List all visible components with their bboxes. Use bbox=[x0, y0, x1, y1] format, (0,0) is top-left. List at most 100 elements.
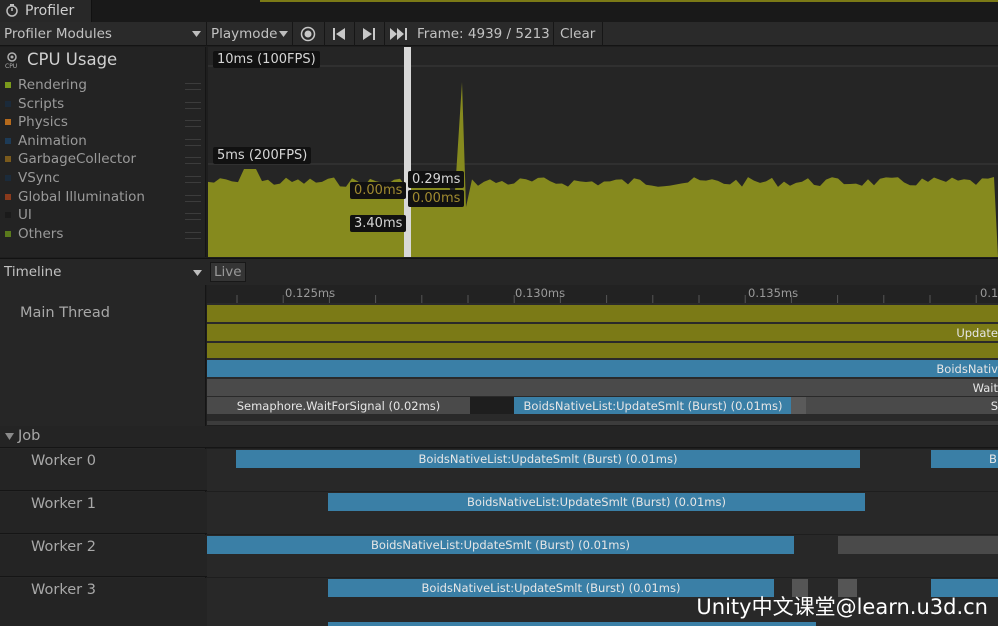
next-frame-button[interactable] bbox=[355, 22, 383, 46]
main-thread-bar-level0[interactable] bbox=[207, 305, 998, 322]
legend-color-swatch bbox=[5, 100, 11, 107]
legend-item[interactable]: Physics bbox=[0, 114, 206, 132]
legend-drag-handle-icon[interactable] bbox=[185, 157, 201, 165]
legend-item[interactable]: Global Illumination bbox=[0, 189, 206, 207]
legend-label: Rendering bbox=[18, 77, 87, 93]
worker-job-bar[interactable]: BoidsNativeList:UpdateSmlt (Burst) (0.01… bbox=[328, 493, 865, 511]
legend-drag-handle-icon[interactable] bbox=[185, 231, 201, 239]
worker-job-label: BoidsNativeList:UpdateSmlt (Burst) (0.01… bbox=[467, 495, 726, 509]
legend-label: VSync bbox=[18, 170, 60, 186]
playmode-dropdown[interactable]: Playmode bbox=[207, 22, 291, 46]
legend-item[interactable]: UI bbox=[0, 207, 206, 225]
legend-label: GarbageCollector bbox=[18, 151, 137, 168]
current-frame-button[interactable] bbox=[385, 22, 413, 46]
record-icon bbox=[300, 26, 316, 42]
ruler-tick-label: 0.130ms bbox=[515, 286, 566, 300]
frame-counter: Frame: 4939 / 5213 bbox=[417, 26, 550, 42]
worker-job-bar[interactable]: BoidsNativeList:UpdateSmlt (Burst) (0.01… bbox=[207, 536, 794, 554]
main-thread-boids-bar[interactable]: BoidsNativ bbox=[207, 360, 998, 377]
legend-drag-handle-icon[interactable] bbox=[185, 101, 201, 109]
profiler-tab[interactable]: Profiler bbox=[0, 0, 92, 22]
main-thread-trailing-bar[interactable]: S bbox=[806, 397, 998, 414]
legend-drag-handle-icon[interactable] bbox=[185, 176, 201, 183]
worker-label: Worker 2 bbox=[31, 539, 96, 555]
tab-bar-accent bbox=[260, 0, 998, 2]
legend-color-swatch bbox=[5, 193, 11, 200]
cpu-usage-title: CPU Usage bbox=[27, 50, 118, 69]
legend-label: Physics bbox=[18, 114, 68, 131]
worker-row: Worker 2 BoidsNativeList:UpdateSmlt (Bur… bbox=[0, 535, 998, 577]
timeline-view-dropdown[interactable]: Timeline bbox=[0, 259, 206, 286]
legend-color-swatch bbox=[5, 230, 11, 237]
clear-label: Clear bbox=[560, 26, 596, 42]
legend-label: Scripts bbox=[18, 95, 65, 112]
legend-drag-handle-icon[interactable] bbox=[185, 138, 201, 146]
worker-job-bar[interactable] bbox=[328, 622, 816, 626]
job-group-header[interactable]: Job bbox=[0, 426, 998, 448]
tooltip-value-right-top: 0.29ms bbox=[408, 171, 465, 188]
worker-job-bar[interactable]: B bbox=[931, 450, 998, 468]
profiler-modules-dropdown[interactable]: Profiler Modules bbox=[0, 22, 206, 46]
svg-text:CPU: CPU bbox=[5, 63, 17, 69]
playmode-label: Playmode bbox=[211, 26, 278, 42]
ruler-tick-label: 0.125ms bbox=[285, 286, 336, 300]
toolbar-divider bbox=[602, 22, 603, 46]
legend-drag-handle-icon[interactable] bbox=[185, 194, 201, 202]
legend-item[interactable]: Rendering bbox=[0, 77, 206, 95]
worker-job-label: BoidsNativeList:UpdateSmlt (Burst) (0.01… bbox=[421, 581, 681, 595]
worker-row: Worker 0 BoidsNativeList:UpdateSmlt (Bur… bbox=[0, 449, 998, 491]
step-forward-icon bbox=[363, 28, 375, 40]
main-thread-wait-bar[interactable]: Wait bbox=[207, 379, 998, 396]
graph-label-10ms: 10ms (100FPS) bbox=[213, 51, 320, 68]
legend-item[interactable]: Scripts bbox=[0, 96, 206, 114]
legend-color-swatch bbox=[5, 156, 11, 163]
chevron-down-icon bbox=[192, 31, 201, 37]
legend-item[interactable]: VSync bbox=[0, 170, 206, 188]
live-button[interactable]: Live bbox=[210, 262, 246, 282]
legend-drag-handle-icon[interactable] bbox=[185, 83, 201, 90]
cpu-usage-graph[interactable]: 10ms (100FPS) 5ms (200FPS) 0.00ms 3.40ms… bbox=[208, 47, 998, 257]
semaphore-wait-bar[interactable]: Semaphore.WaitForSignal (0.02ms) bbox=[207, 397, 470, 414]
legend-label: Global Illumination bbox=[18, 188, 145, 205]
legend-color-swatch bbox=[5, 119, 11, 126]
cpu-graph-canvas bbox=[208, 47, 998, 257]
worker-label: Worker 1 bbox=[31, 496, 96, 512]
worker-job-label: BoidsNativeList:UpdateSmlt (Burst) (0.01… bbox=[418, 452, 678, 466]
clear-button[interactable]: Clear bbox=[554, 22, 602, 46]
legend-item[interactable]: GarbageCollector bbox=[0, 151, 206, 169]
main-thread-small-bar[interactable] bbox=[791, 397, 806, 414]
legend-item[interactable]: Animation bbox=[0, 133, 206, 151]
fast-forward-icon bbox=[390, 28, 407, 40]
legend-label: UI bbox=[18, 207, 32, 224]
watermark: Unity中文课堂@learn.u3d.cn bbox=[696, 595, 988, 619]
cpu-usage-module[interactable]: CPU CPU Usage Rendering Scripts Physics Ani… bbox=[0, 47, 206, 257]
update-bar-label: Update bbox=[956, 326, 998, 340]
worker-idle-bar[interactable] bbox=[838, 536, 998, 554]
record-button[interactable] bbox=[293, 22, 323, 46]
main-thread-update-bar[interactable]: Update bbox=[207, 324, 998, 341]
main-thread-bar-level2[interactable] bbox=[207, 343, 998, 358]
trailing-bar-label: S bbox=[990, 399, 998, 413]
legend-color-swatch bbox=[5, 137, 11, 144]
legend-drag-handle-icon[interactable] bbox=[185, 213, 201, 221]
ruler-tick-label: 0.1 bbox=[980, 286, 998, 300]
track-divider bbox=[207, 421, 998, 425]
legend-color-swatch bbox=[5, 175, 11, 181]
worker-job-bar[interactable]: BoidsNativeList:UpdateSmlt (Burst) (0.01… bbox=[236, 450, 860, 468]
tooltip-value-left-bottom: 3.40ms bbox=[350, 215, 407, 232]
profiler-clock-icon bbox=[6, 4, 18, 17]
worker-label: Worker 0 bbox=[31, 453, 96, 469]
legend-color-swatch bbox=[5, 82, 11, 88]
time-ruler: 0.125ms 0.130ms 0.135ms 0.1 bbox=[207, 285, 998, 303]
legend-item[interactable]: Others bbox=[0, 226, 206, 244]
step-back-icon bbox=[333, 28, 345, 40]
previous-frame-button[interactable] bbox=[325, 22, 353, 46]
legend-label: Others bbox=[18, 225, 64, 242]
job-group-label: Job bbox=[18, 428, 41, 444]
profiler-modules-label: Profiler Modules bbox=[4, 26, 112, 42]
cpu-icon: CPU bbox=[5, 52, 17, 69]
main-thread-update-smlt-bar[interactable]: BoidsNativeList:UpdateSmlt (Burst) (0.01… bbox=[514, 397, 792, 414]
timeline-view-label: Timeline bbox=[4, 264, 62, 280]
ruler-tick-label: 0.135ms bbox=[748, 286, 799, 300]
legend-drag-handle-icon[interactable] bbox=[185, 120, 201, 128]
